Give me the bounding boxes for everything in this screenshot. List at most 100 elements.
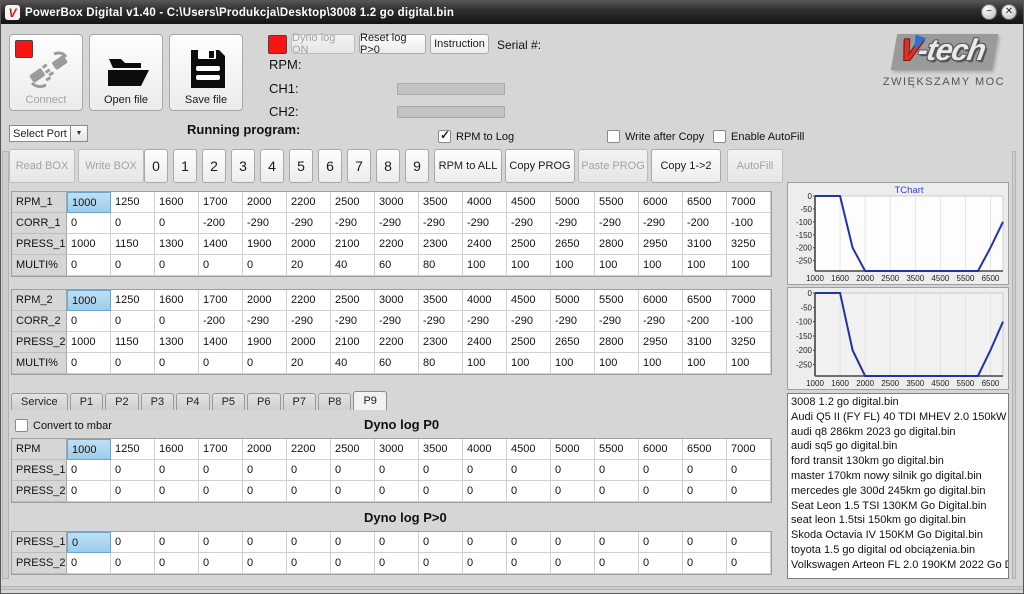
table-cell[interactable]: 7000 <box>727 290 771 311</box>
table-cell[interactable]: 0 <box>507 481 551 502</box>
table-cell[interactable]: 0 <box>419 460 463 481</box>
table-cell[interactable]: 2000 <box>287 332 331 353</box>
table-cell[interactable]: -290 <box>287 213 331 234</box>
table-cell[interactable]: 0 <box>155 213 199 234</box>
digit-button-3[interactable]: 3 <box>231 149 255 183</box>
table-cell[interactable]: 6000 <box>639 192 683 213</box>
table-cell[interactable]: -290 <box>463 213 507 234</box>
table-cell[interactable]: 0 <box>683 532 727 553</box>
table-cell[interactable]: 1700 <box>199 290 243 311</box>
table-cell[interactable]: -290 <box>243 213 287 234</box>
table-cell[interactable]: 0 <box>67 353 111 374</box>
table-cell[interactable]: 0 <box>551 532 595 553</box>
tab-p3[interactable]: P3 <box>141 393 174 410</box>
table-cell[interactable]: 0 <box>595 460 639 481</box>
table-cell[interactable]: 0 <box>331 553 375 574</box>
table-cell[interactable]: 0 <box>375 553 419 574</box>
table-cell[interactable]: 1400 <box>199 234 243 255</box>
table-cell[interactable]: 0 <box>67 255 111 276</box>
table-cell[interactable]: 100 <box>639 353 683 374</box>
table-cell[interactable]: 3500 <box>419 439 463 460</box>
table-cell[interactable]: 2800 <box>595 332 639 353</box>
table-cell[interactable]: 2650 <box>551 234 595 255</box>
table-cell[interactable]: 1250 <box>111 439 155 460</box>
table-cell[interactable]: 2400 <box>463 332 507 353</box>
read-box-button[interactable]: Read BOX <box>9 149 75 183</box>
checkbox-box[interactable] <box>438 130 451 143</box>
table-cell[interactable]: 1600 <box>155 439 199 460</box>
table-cell[interactable]: 2200 <box>375 332 419 353</box>
rpm-to-all-button[interactable]: RPM to ALL <box>434 149 502 183</box>
table-cell[interactable]: 40 <box>331 255 375 276</box>
table-cell[interactable]: 6500 <box>683 290 727 311</box>
table-cell[interactable]: 1300 <box>155 234 199 255</box>
table-cell[interactable]: 0 <box>683 481 727 502</box>
right-scroll-groove[interactable] <box>1012 151 1016 579</box>
table-cell[interactable]: 0 <box>243 460 287 481</box>
table-cell[interactable]: 2200 <box>287 439 331 460</box>
table-cell[interactable]: 1700 <box>199 192 243 213</box>
table-cell[interactable]: 2000 <box>243 192 287 213</box>
table-cell[interactable]: -200 <box>199 213 243 234</box>
table-cell[interactable]: 100 <box>463 353 507 374</box>
table-cell[interactable]: -290 <box>419 213 463 234</box>
table-cell[interactable]: -290 <box>551 311 595 332</box>
table-cell[interactable]: 1250 <box>111 192 155 213</box>
table-cell[interactable]: 2100 <box>331 234 375 255</box>
table-cell[interactable]: -200 <box>199 311 243 332</box>
file-list-item[interactable]: master 170km nowy silnik go digital.bin <box>791 469 1008 484</box>
table-cell[interactable]: 0 <box>727 460 771 481</box>
select-port-dropdown[interactable]: Select Port ▼ <box>9 125 88 142</box>
table-cell[interactable]: 2300 <box>419 332 463 353</box>
digit-button-1[interactable]: 1 <box>173 149 197 183</box>
table-cell[interactable]: 3100 <box>683 234 727 255</box>
file-list-item[interactable]: Seat Leon 1.5 TSI 130KM Go Digital.bin <box>791 499 1008 514</box>
table-cell[interactable]: 3000 <box>375 290 419 311</box>
table-cell[interactable]: 0 <box>199 353 243 374</box>
table-cell[interactable]: 0 <box>67 213 111 234</box>
table-cell[interactable]: 2000 <box>243 290 287 311</box>
table-cell[interactable]: 2500 <box>507 332 551 353</box>
table-cell[interactable]: 0 <box>155 460 199 481</box>
table-cell[interactable]: 2950 <box>639 234 683 255</box>
table-cell[interactable]: -290 <box>375 213 419 234</box>
table-cell[interactable]: 1000 <box>67 439 111 460</box>
table-cell[interactable]: 2500 <box>331 439 375 460</box>
table-cell[interactable]: 0 <box>331 481 375 502</box>
table-cell[interactable]: 0 <box>111 353 155 374</box>
dyno-log-on-button[interactable]: Dyno log ON <box>291 34 355 54</box>
table-cell[interactable]: 0 <box>595 481 639 502</box>
table-cell[interactable]: -290 <box>595 311 639 332</box>
file-list-item[interactable]: Audi Q5 II (FY FL) 40 TDI MHEV 2.0 150kW… <box>791 410 1008 425</box>
table-cell[interactable]: 0 <box>287 532 331 553</box>
table-cell[interactable]: 0 <box>111 553 155 574</box>
table-cell[interactable]: -100 <box>727 213 771 234</box>
file-list-item[interactable]: audi sq5 go digital.bin <box>791 439 1008 454</box>
table-cell[interactable]: 0 <box>243 353 287 374</box>
table-cell[interactable]: 0 <box>199 460 243 481</box>
tab-p9[interactable]: P9 <box>353 391 386 410</box>
checkbox-box[interactable] <box>15 419 28 432</box>
write-after-copy-checkbox[interactable]: Write after Copy <box>607 130 704 143</box>
table-cell[interactable]: 20 <box>287 255 331 276</box>
table-cell[interactable]: 0 <box>639 460 683 481</box>
table-cell[interactable]: 2950 <box>639 332 683 353</box>
table-cell[interactable]: 0 <box>67 481 111 502</box>
table-cell[interactable]: 3000 <box>375 192 419 213</box>
table-cell[interactable]: 2650 <box>551 332 595 353</box>
left-scroll-groove[interactable] <box>2 151 9 579</box>
table-cell[interactable]: 1000 <box>67 192 111 213</box>
table-cell[interactable]: -290 <box>287 311 331 332</box>
table-cell[interactable]: 0 <box>639 481 683 502</box>
table-cell[interactable]: 7000 <box>727 192 771 213</box>
enable-autofill-checkbox[interactable]: Enable AutoFill <box>713 130 804 143</box>
table-cell[interactable]: 2200 <box>287 290 331 311</box>
file-list-item[interactable]: toyota 1.5 go digital od obciążenia.bin <box>791 543 1008 558</box>
table-cell[interactable]: -290 <box>331 213 375 234</box>
table-cell[interactable]: 0 <box>463 532 507 553</box>
table-cell[interactable]: 1600 <box>155 290 199 311</box>
table-cell[interactable]: -290 <box>595 213 639 234</box>
table-cell[interactable]: 3500 <box>419 192 463 213</box>
table-cell[interactable]: 3000 <box>375 439 419 460</box>
table-cell[interactable]: 0 <box>331 460 375 481</box>
